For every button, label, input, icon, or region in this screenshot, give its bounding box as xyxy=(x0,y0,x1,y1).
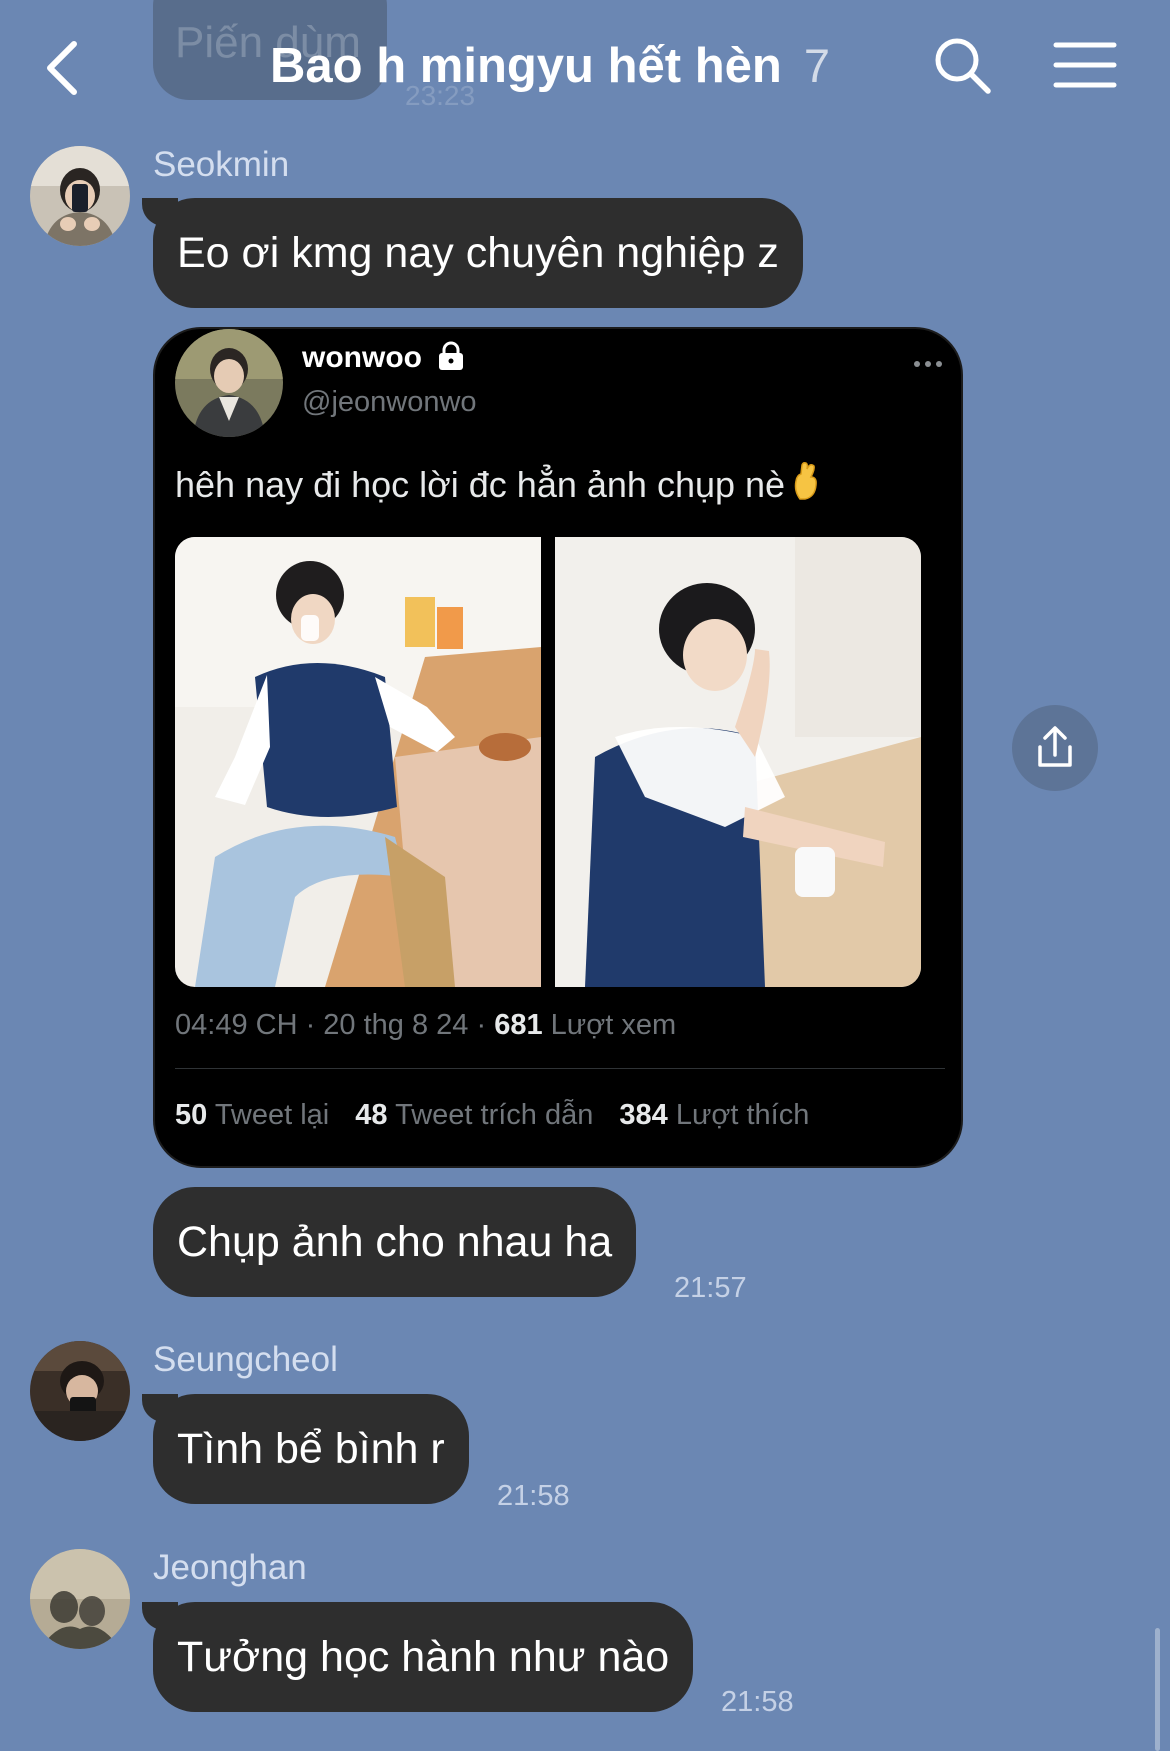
message-bubble[interactable]: Chụp ảnh cho nhau ha xyxy=(153,1187,637,1297)
scrollbar[interactable] xyxy=(1155,1628,1160,1751)
avatar-seungcheol[interactable] xyxy=(30,1341,130,1441)
chat-title: Bao h mingyu hết hèn xyxy=(270,39,782,93)
tweet-retweets-count: 50 xyxy=(175,1099,208,1131)
message-time: 21:57 xyxy=(674,1272,747,1304)
tweet-text-body: hêh nay đi học lời đc hẳn ảnh chụp nè xyxy=(175,464,786,505)
tweet-handle: @jeonwonwo xyxy=(302,386,477,418)
tweet-retweets: 50 Tweet lại xyxy=(175,1099,329,1131)
tweet-retweets-label: Tweet lại xyxy=(214,1099,330,1131)
more-options-icon xyxy=(914,361,942,367)
tweet-likes-label: Lượt thích xyxy=(675,1099,810,1131)
avatar-jeonghan-image xyxy=(30,1549,130,1649)
message-time: 21:58 xyxy=(497,1480,570,1512)
message-text: Tình bể bình r xyxy=(177,1425,445,1473)
tweet-views-label: Lượt xem xyxy=(550,1009,677,1041)
tweet-quotes-count: 48 xyxy=(355,1099,388,1131)
share-button[interactable] xyxy=(1012,705,1098,791)
avatar-jeonghan[interactable] xyxy=(30,1549,130,1649)
crossed-fingers-icon xyxy=(794,462,817,500)
share-icon xyxy=(1038,726,1072,767)
message-time: 21:58 xyxy=(721,1686,794,1718)
tweet-screenshot-message[interactable]: wonwoo @jeonwonwo hêh nay đi học lời đc … xyxy=(153,327,963,1168)
tweet-stats: 50 Tweet lại 48 Tweet trích dẫn 384 Lượt t… xyxy=(175,1099,835,1132)
message-text: Chụp ảnh cho nhau ha xyxy=(177,1218,613,1266)
message-bubble[interactable]: Tưởng học hành như nào xyxy=(141,1602,694,1712)
sender-name-seungcheol: Seungcheol xyxy=(153,1340,338,1379)
search-icon[interactable] xyxy=(933,36,993,96)
tweet-date: 20 thg 8 24 xyxy=(323,1009,469,1041)
tweet-text: hêh nay đi học lời đc hẳn ảnh chụp nè🤞 xyxy=(175,461,821,510)
member-count: 7 xyxy=(803,39,830,92)
crossed-fingers-emoji: 🤞 xyxy=(791,461,821,510)
avatar-seokmin-image xyxy=(30,146,130,246)
tweet-views-count: 681 xyxy=(494,1009,543,1041)
tweet-time: 04:49 CH xyxy=(175,1009,298,1041)
chat-screen: Piến dùm 23:23 Bao h mingyu hết hèn 7 Seo… xyxy=(0,0,1170,1751)
sender-name-seokmin: Seokmin xyxy=(153,145,290,184)
sender-name-jeonghan: Jeonghan xyxy=(153,1548,307,1587)
avatar-seokmin[interactable] xyxy=(30,146,130,246)
message-bubble[interactable]: Eo ơi kmg nay chuyên nghiệp z xyxy=(142,198,803,308)
chevron-left-icon[interactable] xyxy=(38,38,88,98)
chat-header[interactable]: Bao h mingyu hết hèn 7 xyxy=(200,38,900,94)
tweet-quotes: 48 Tweet trích dẫn xyxy=(355,1099,593,1131)
tweet-likes: 384 Lượt thích xyxy=(619,1099,809,1131)
avatar-seungcheol-image xyxy=(30,1341,130,1441)
tweet-quotes-label: Tweet trích dẫn xyxy=(395,1099,594,1131)
tweet-photo-1 xyxy=(175,537,541,987)
tweet-divider xyxy=(175,1068,945,1069)
tweet-likes-count: 384 xyxy=(619,1099,668,1131)
tweet-photo-2 xyxy=(555,537,921,987)
tweet-meta: 04:49 CH · 20 thg 8 24 · 681 Lượt xem xyxy=(175,1009,677,1041)
tweet-display-name: wonwoo xyxy=(302,341,422,374)
message-text: Tưởng học hành như nào xyxy=(177,1633,670,1681)
lock-icon xyxy=(439,341,463,370)
hamburger-menu-icon[interactable] xyxy=(1053,40,1117,90)
message-bubble[interactable]: Tình bể bình r xyxy=(142,1394,469,1504)
message-text: Eo ơi kmg nay chuyên nghiệp z xyxy=(177,229,779,277)
tweet-author-avatar xyxy=(175,329,283,437)
